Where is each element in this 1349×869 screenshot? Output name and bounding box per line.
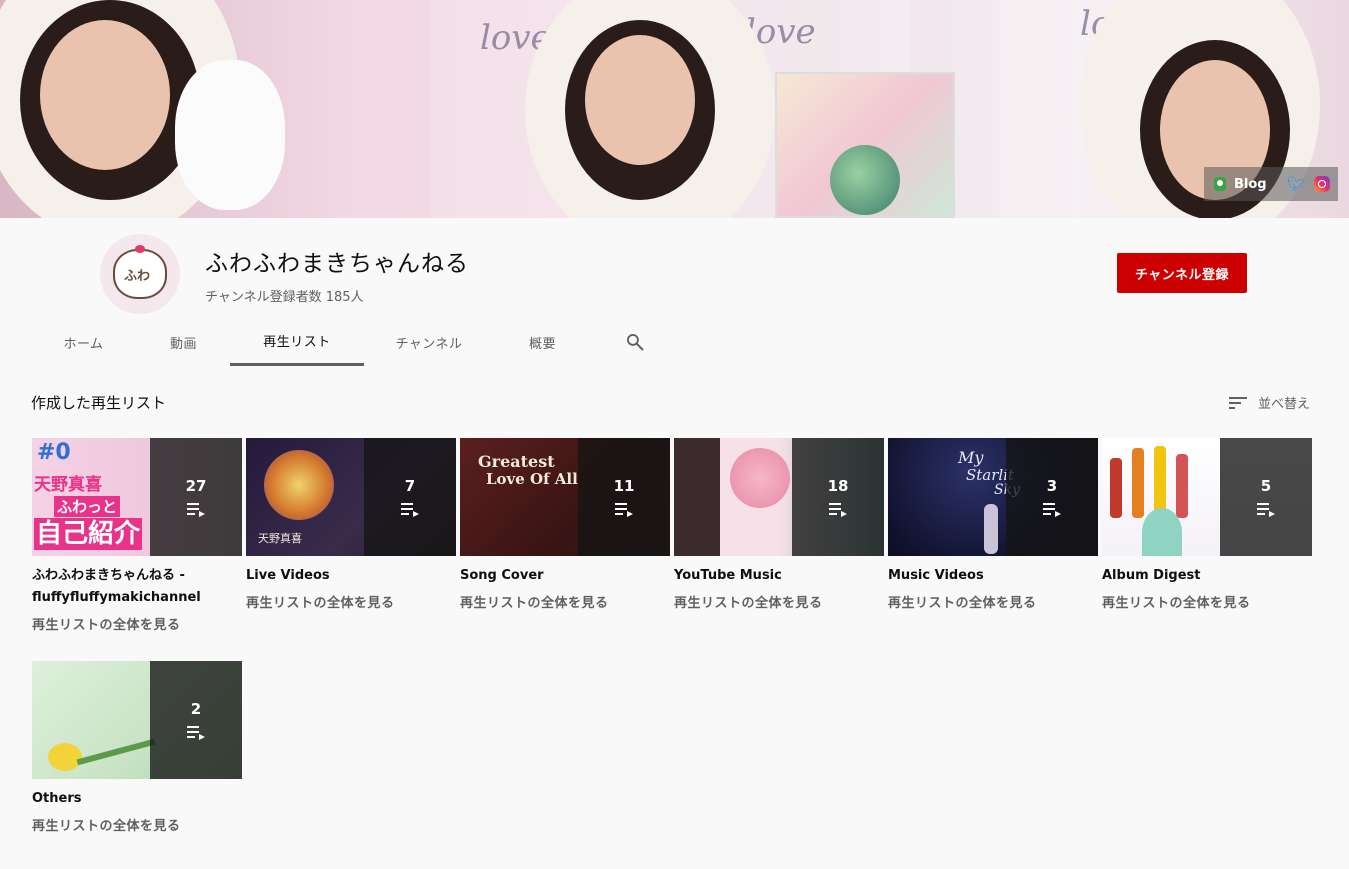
playlist-card[interactable]: My Starlit Sky 3 Music Videos 再生リストの全体を見…: [888, 438, 1098, 611]
view-full-playlist-link[interactable]: 再生リストの全体を見る: [32, 614, 242, 633]
video-count: 11: [613, 477, 635, 495]
playlist-thumbnail[interactable]: My Starlit Sky 3: [888, 438, 1098, 556]
playlist-title[interactable]: Live Videos: [246, 565, 456, 587]
playlist-count-overlay: 7: [364, 438, 456, 556]
playlist-card[interactable]: #0 天野真喜 ふわっと 自己紹介 27 ふわふわまきちゃんねる - fluff…: [32, 438, 242, 633]
playlist-count-overlay: 3: [1006, 438, 1098, 556]
playlist-icon: [401, 503, 419, 517]
playlist-count-overlay: 27: [150, 438, 242, 556]
channel-header: ふわふわまきちゃんねる チャンネル登録者数 185人 チャンネル登録 ホーム 動…: [0, 218, 1349, 366]
subscribe-button[interactable]: チャンネル登録: [1117, 253, 1247, 293]
sort-button[interactable]: 並べ替え: [1228, 393, 1310, 412]
playlist-card[interactable]: 5 Album Digest 再生リストの全体を見る: [1102, 438, 1312, 611]
instagram-icon[interactable]: [1313, 176, 1330, 192]
sort-label: 並べ替え: [1258, 397, 1311, 412]
playlist-thumbnail[interactable]: Greatest Love Of All 11: [460, 438, 670, 556]
banner-globe: [830, 145, 900, 215]
blog-link[interactable]: Blog: [1234, 177, 1267, 192]
playlist-icon: [829, 503, 847, 517]
thumb-text: 天野真喜: [258, 532, 302, 545]
playlist-icon: [187, 503, 205, 517]
tab-about[interactable]: 概要: [494, 318, 591, 366]
sort-icon: [1229, 396, 1247, 409]
tab-videos[interactable]: 動画: [137, 318, 230, 366]
playlist-icon: [1043, 503, 1061, 517]
playlist-count-overlay: 11: [578, 438, 670, 556]
channel-avatar[interactable]: [100, 234, 180, 314]
playlist-icon: [187, 726, 205, 740]
thumb-text: Love Of All: [486, 470, 578, 488]
thumb-text: Greatest: [478, 452, 555, 471]
banner-person-face: [585, 35, 695, 165]
playlist-title[interactable]: Music Videos: [888, 565, 1098, 587]
playlist-thumbnail[interactable]: #0 天野真喜 ふわっと 自己紹介 27: [32, 438, 242, 556]
channel-tabs: ホーム 動画 再生リスト チャンネル 概要: [30, 318, 644, 366]
view-full-playlist-link[interactable]: 再生リストの全体を見る: [32, 815, 242, 834]
tab-home[interactable]: ホーム: [30, 318, 137, 366]
view-full-playlist-link[interactable]: 再生リストの全体を見る: [674, 592, 884, 611]
playlist-thumbnail[interactable]: 18: [674, 438, 884, 556]
channel-name: ふわふわまきちゃんねる: [205, 251, 469, 277]
section-title: 作成した再生リスト: [31, 394, 167, 412]
channel-banner: love love love Blog 🐦︎: [0, 0, 1349, 218]
view-full-playlist-link[interactable]: 再生リストの全体を見る: [888, 592, 1098, 611]
blog-icon[interactable]: [1214, 177, 1226, 191]
playlist-card[interactable]: Greatest Love Of All 11 Song Cover 再生リスト…: [460, 438, 670, 611]
tab-channels[interactable]: チャンネル: [364, 318, 494, 366]
video-count: 7: [404, 477, 416, 495]
tab-playlists[interactable]: 再生リスト: [230, 318, 364, 366]
playlist-title[interactable]: Song Cover: [460, 565, 670, 587]
view-full-playlist-link[interactable]: 再生リストの全体を見る: [460, 592, 670, 611]
thumb-text: #0: [37, 440, 71, 465]
playlist-card[interactable]: 2 Others 再生リストの全体を見る: [32, 661, 242, 834]
playlist-title[interactable]: Others: [32, 788, 242, 810]
playlist-count-overlay: 2: [150, 661, 242, 779]
playlist-thumbnail[interactable]: 2: [32, 661, 242, 779]
playlist-icon: [615, 503, 633, 517]
view-full-playlist-link[interactable]: 再生リストの全体を見る: [246, 592, 456, 611]
thumb-text: My: [958, 448, 984, 467]
thumb-text: 自己紹介: [34, 518, 143, 550]
video-count: 18: [827, 477, 849, 495]
thumb-text: ふわっと: [54, 496, 121, 517]
playlist-title[interactable]: Album Digest: [1102, 565, 1312, 587]
banner-person-face: [40, 20, 170, 170]
subscriber-count: チャンネル登録者数 185人: [205, 290, 364, 305]
playlist-title[interactable]: YouTube Music: [674, 565, 884, 587]
video-count: 3: [1046, 477, 1058, 495]
twitter-icon[interactable]: 🐦︎: [1287, 175, 1306, 193]
video-count: 5: [1260, 477, 1272, 495]
video-count: 27: [185, 477, 207, 495]
banner-links: Blog 🐦︎: [1204, 167, 1338, 201]
playlist-icon: [1257, 503, 1275, 517]
playlists-section: 作成した再生リスト 並べ替え #0 天野真喜 ふわっと 自己紹介 27 ふわふわ…: [0, 366, 1349, 869]
playlist-thumbnail[interactable]: 天野真喜 7: [246, 438, 456, 556]
playlist-card[interactable]: 天野真喜 7 Live Videos 再生リストの全体を見る: [246, 438, 456, 611]
playlist-thumbnail[interactable]: 5: [1102, 438, 1312, 556]
playlist-count-overlay: 5: [1220, 438, 1312, 556]
playlist-title[interactable]: ふわふわまきちゃんねる - fluffyfluffymakichannel: [32, 565, 242, 609]
search-icon[interactable]: [625, 332, 645, 352]
playlist-count-overlay: 18: [792, 438, 884, 556]
banner-unicorn-plush: [175, 60, 285, 210]
playlist-card[interactable]: 18 YouTube Music 再生リストの全体を見る: [674, 438, 884, 611]
video-count: 2: [190, 700, 202, 718]
view-full-playlist-link[interactable]: 再生リストの全体を見る: [1102, 592, 1312, 611]
sheep-logo-icon: [113, 245, 167, 299]
thumb-text: 天野真喜: [34, 475, 102, 495]
